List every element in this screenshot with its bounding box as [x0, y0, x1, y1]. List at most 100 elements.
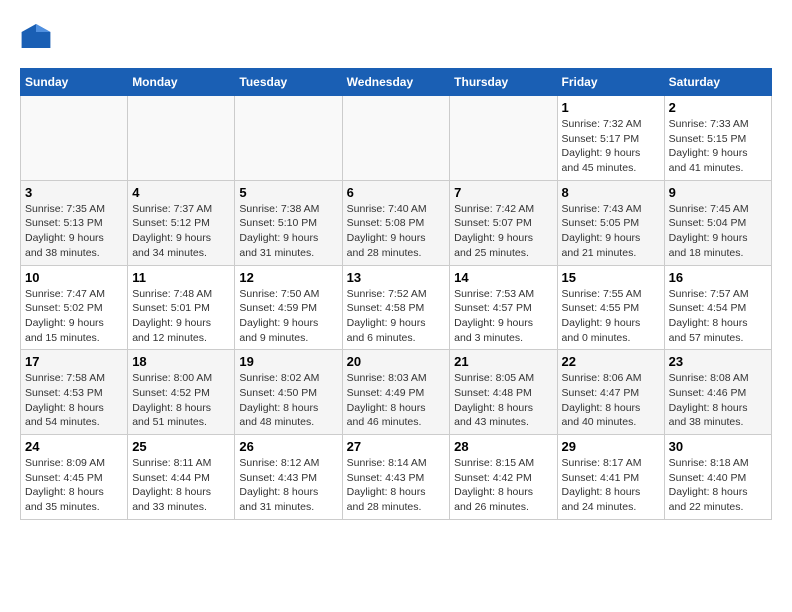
day-number: 24 — [25, 439, 123, 454]
day-number: 15 — [562, 270, 660, 285]
day-number: 25 — [132, 439, 230, 454]
day-info: Sunrise: 8:17 AM Sunset: 4:41 PM Dayligh… — [562, 456, 660, 515]
day-number: 27 — [347, 439, 446, 454]
day-info: Sunrise: 7:45 AM Sunset: 5:04 PM Dayligh… — [669, 202, 767, 261]
calendar-header-row: SundayMondayTuesdayWednesdayThursdayFrid… — [21, 69, 772, 96]
day-number: 14 — [454, 270, 552, 285]
day-info: Sunrise: 7:37 AM Sunset: 5:12 PM Dayligh… — [132, 202, 230, 261]
calendar-cell: 19 Sunrise: 8:02 AM Sunset: 4:50 PM Dayli… — [235, 350, 342, 435]
day-number: 26 — [239, 439, 337, 454]
day-info: Sunrise: 8:14 AM Sunset: 4:43 PM Dayligh… — [347, 456, 446, 515]
calendar-cell: 18 Sunrise: 8:00 AM Sunset: 4:52 PM Dayli… — [128, 350, 235, 435]
day-info: Sunrise: 7:47 AM Sunset: 5:02 PM Dayligh… — [25, 287, 123, 346]
logo — [20, 20, 56, 52]
calendar-cell: 13 Sunrise: 7:52 AM Sunset: 4:58 PM Dayli… — [342, 265, 450, 350]
day-info: Sunrise: 7:50 AM Sunset: 4:59 PM Dayligh… — [239, 287, 337, 346]
calendar-cell: 20 Sunrise: 8:03 AM Sunset: 4:49 PM Dayli… — [342, 350, 450, 435]
day-number: 13 — [347, 270, 446, 285]
day-info: Sunrise: 8:02 AM Sunset: 4:50 PM Dayligh… — [239, 371, 337, 430]
day-info: Sunrise: 8:18 AM Sunset: 4:40 PM Dayligh… — [669, 456, 767, 515]
day-number: 8 — [562, 185, 660, 200]
calendar-week-1: 1 Sunrise: 7:32 AM Sunset: 5:17 PM Daylig… — [21, 96, 772, 181]
calendar-cell — [450, 96, 557, 181]
calendar-cell: 15 Sunrise: 7:55 AM Sunset: 4:55 PM Dayli… — [557, 265, 664, 350]
day-number: 5 — [239, 185, 337, 200]
day-info: Sunrise: 7:52 AM Sunset: 4:58 PM Dayligh… — [347, 287, 446, 346]
day-number: 2 — [669, 100, 767, 115]
calendar-cell: 12 Sunrise: 7:50 AM Sunset: 4:59 PM Dayli… — [235, 265, 342, 350]
calendar-week-3: 10 Sunrise: 7:47 AM Sunset: 5:02 PM Dayli… — [21, 265, 772, 350]
day-number: 1 — [562, 100, 660, 115]
calendar-cell: 21 Sunrise: 8:05 AM Sunset: 4:48 PM Dayli… — [450, 350, 557, 435]
calendar-cell — [21, 96, 128, 181]
day-number: 28 — [454, 439, 552, 454]
calendar-cell: 3 Sunrise: 7:35 AM Sunset: 5:13 PM Daylig… — [21, 180, 128, 265]
day-info: Sunrise: 7:53 AM Sunset: 4:57 PM Dayligh… — [454, 287, 552, 346]
day-info: Sunrise: 7:58 AM Sunset: 4:53 PM Dayligh… — [25, 371, 123, 430]
day-number: 4 — [132, 185, 230, 200]
day-info: Sunrise: 7:38 AM Sunset: 5:10 PM Dayligh… — [239, 202, 337, 261]
day-info: Sunrise: 8:15 AM Sunset: 4:42 PM Dayligh… — [454, 456, 552, 515]
day-info: Sunrise: 7:48 AM Sunset: 5:01 PM Dayligh… — [132, 287, 230, 346]
day-info: Sunrise: 7:43 AM Sunset: 5:05 PM Dayligh… — [562, 202, 660, 261]
calendar-header-friday: Friday — [557, 69, 664, 96]
calendar-cell: 25 Sunrise: 8:11 AM Sunset: 4:44 PM Dayli… — [128, 435, 235, 520]
day-info: Sunrise: 7:33 AM Sunset: 5:15 PM Dayligh… — [669, 117, 767, 176]
calendar-cell: 14 Sunrise: 7:53 AM Sunset: 4:57 PM Dayli… — [450, 265, 557, 350]
day-number: 7 — [454, 185, 552, 200]
day-number: 11 — [132, 270, 230, 285]
day-number: 23 — [669, 354, 767, 369]
calendar-week-5: 24Sunrise: 8:09 AM Sunset: 4:45 PM Dayli… — [21, 435, 772, 520]
day-number: 3 — [25, 185, 123, 200]
calendar-cell: 2 Sunrise: 7:33 AM Sunset: 5:15 PM Daylig… — [664, 96, 771, 181]
calendar-cell: 28 Sunrise: 8:15 AM Sunset: 4:42 PM Dayli… — [450, 435, 557, 520]
day-number: 30 — [669, 439, 767, 454]
day-number: 21 — [454, 354, 552, 369]
day-info: Sunrise: 7:55 AM Sunset: 4:55 PM Dayligh… — [562, 287, 660, 346]
day-number: 17 — [25, 354, 123, 369]
logo-icon — [20, 20, 52, 52]
calendar-week-4: 17 Sunrise: 7:58 AM Sunset: 4:53 PM Dayli… — [21, 350, 772, 435]
calendar-cell: 22 Sunrise: 8:06 AM Sunset: 4:47 PM Dayli… — [557, 350, 664, 435]
day-number: 20 — [347, 354, 446, 369]
day-number: 16 — [669, 270, 767, 285]
day-info: Sunrise: 8:11 AM Sunset: 4:44 PM Dayligh… — [132, 456, 230, 515]
day-number: 6 — [347, 185, 446, 200]
calendar-cell: 24Sunrise: 8:09 AM Sunset: 4:45 PM Dayli… — [21, 435, 128, 520]
calendar-cell: 8 Sunrise: 7:43 AM Sunset: 5:05 PM Daylig… — [557, 180, 664, 265]
page-header — [20, 20, 772, 52]
calendar-header-monday: Monday — [128, 69, 235, 96]
calendar-cell: 11 Sunrise: 7:48 AM Sunset: 5:01 PM Dayli… — [128, 265, 235, 350]
calendar-cell — [128, 96, 235, 181]
day-info: Sunrise: 7:42 AM Sunset: 5:07 PM Dayligh… — [454, 202, 552, 261]
calendar-cell: 1 Sunrise: 7:32 AM Sunset: 5:17 PM Daylig… — [557, 96, 664, 181]
calendar-table: SundayMondayTuesdayWednesdayThursdayFrid… — [20, 68, 772, 520]
calendar-cell: 29Sunrise: 8:17 AM Sunset: 4:41 PM Dayli… — [557, 435, 664, 520]
day-number: 12 — [239, 270, 337, 285]
day-info: Sunrise: 7:57 AM Sunset: 4:54 PM Dayligh… — [669, 287, 767, 346]
calendar-week-2: 3 Sunrise: 7:35 AM Sunset: 5:13 PM Daylig… — [21, 180, 772, 265]
day-info: Sunrise: 7:35 AM Sunset: 5:13 PM Dayligh… — [25, 202, 123, 261]
day-info: Sunrise: 8:00 AM Sunset: 4:52 PM Dayligh… — [132, 371, 230, 430]
day-number: 18 — [132, 354, 230, 369]
day-info: Sunrise: 8:05 AM Sunset: 4:48 PM Dayligh… — [454, 371, 552, 430]
calendar-cell: 5 Sunrise: 7:38 AM Sunset: 5:10 PM Daylig… — [235, 180, 342, 265]
calendar-header-thursday: Thursday — [450, 69, 557, 96]
day-info: Sunrise: 7:32 AM Sunset: 5:17 PM Dayligh… — [562, 117, 660, 176]
calendar-cell: 7 Sunrise: 7:42 AM Sunset: 5:07 PM Daylig… — [450, 180, 557, 265]
calendar-cell: 4 Sunrise: 7:37 AM Sunset: 5:12 PM Daylig… — [128, 180, 235, 265]
calendar-cell: 10 Sunrise: 7:47 AM Sunset: 5:02 PM Dayli… — [21, 265, 128, 350]
day-number: 10 — [25, 270, 123, 285]
day-number: 19 — [239, 354, 337, 369]
calendar-header-saturday: Saturday — [664, 69, 771, 96]
day-info: Sunrise: 8:08 AM Sunset: 4:46 PM Dayligh… — [669, 371, 767, 430]
calendar-cell — [235, 96, 342, 181]
calendar-cell: 6Sunrise: 7:40 AM Sunset: 5:08 PM Daylig… — [342, 180, 450, 265]
calendar-header-tuesday: Tuesday — [235, 69, 342, 96]
day-info: Sunrise: 8:06 AM Sunset: 4:47 PM Dayligh… — [562, 371, 660, 430]
calendar-cell: 30 Sunrise: 8:18 AM Sunset: 4:40 PM Dayli… — [664, 435, 771, 520]
calendar-cell: 27 Sunrise: 8:14 AM Sunset: 4:43 PM Dayli… — [342, 435, 450, 520]
calendar-header-wednesday: Wednesday — [342, 69, 450, 96]
day-info: Sunrise: 8:03 AM Sunset: 4:49 PM Dayligh… — [347, 371, 446, 430]
day-number: 22 — [562, 354, 660, 369]
